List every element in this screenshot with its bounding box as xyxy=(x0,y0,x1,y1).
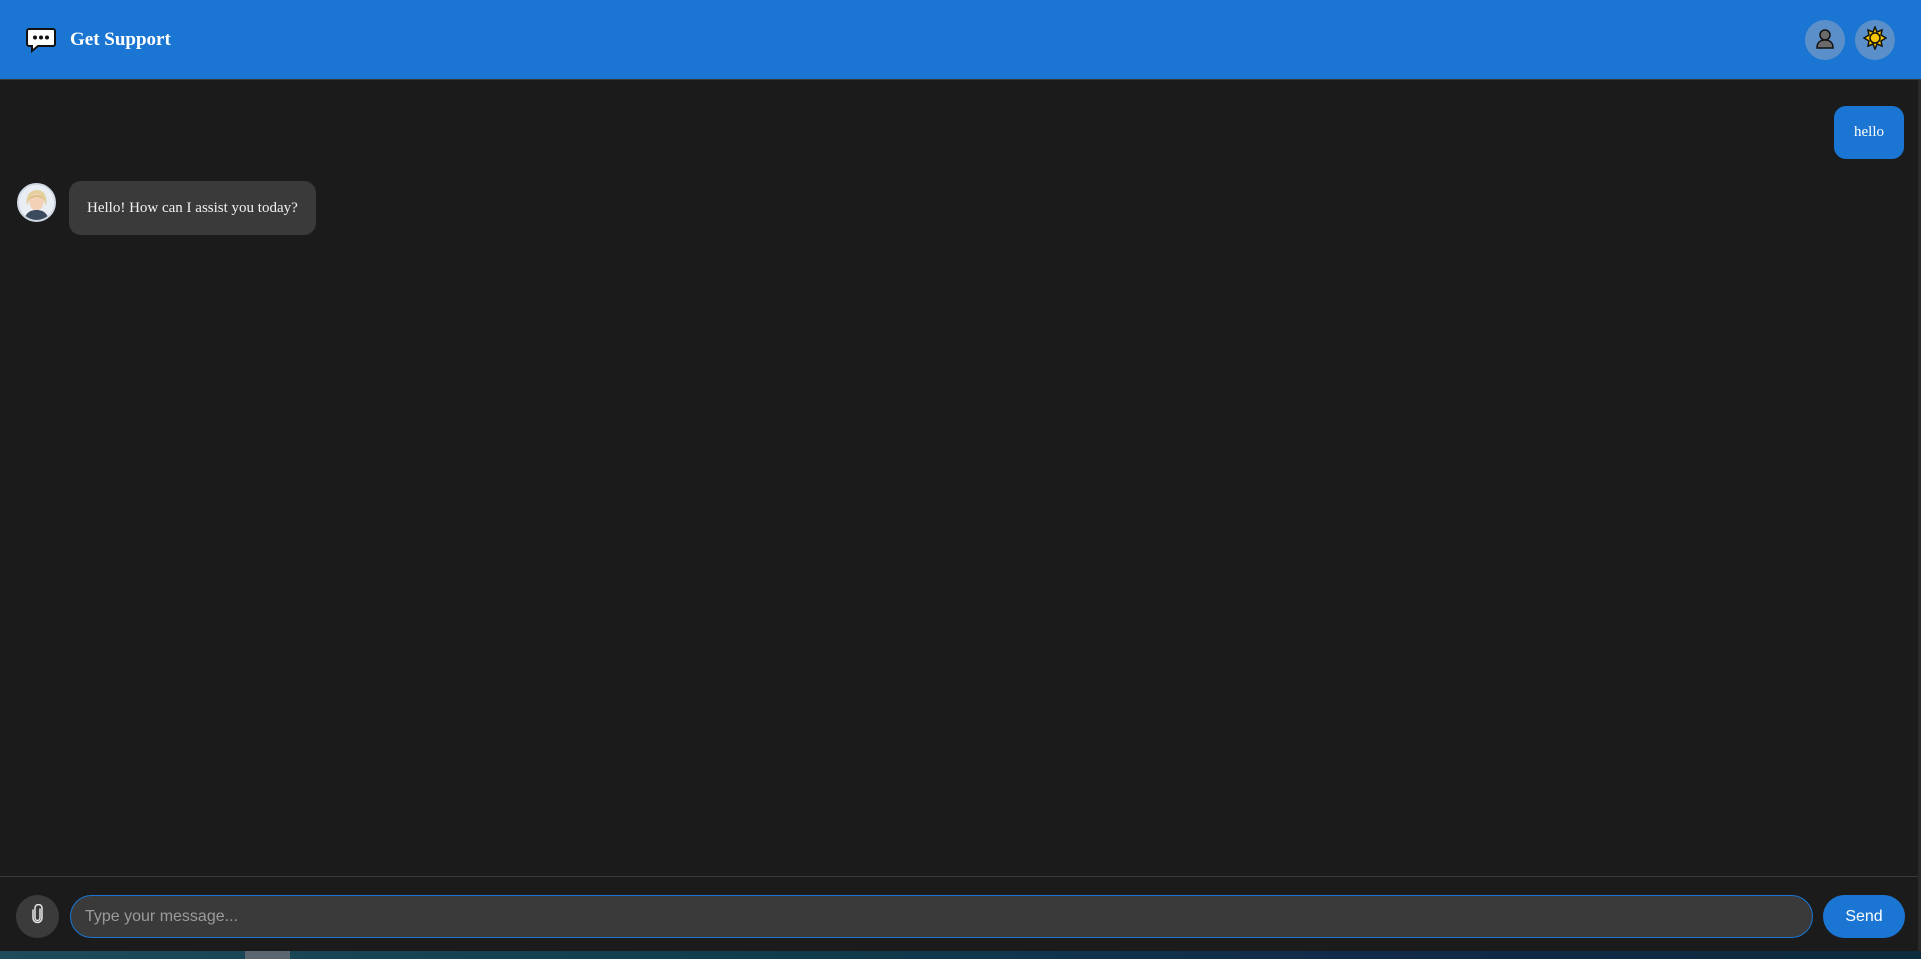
sun-icon xyxy=(1862,24,1888,55)
page-title: Get Support xyxy=(70,28,171,50)
chat-bubble-icon xyxy=(26,27,56,53)
message-list: hello Hello! How can I assist you today? xyxy=(0,81,1921,876)
support-agent-avatar xyxy=(17,183,56,222)
profile-button[interactable] xyxy=(1805,20,1845,60)
user-icon xyxy=(1814,27,1836,54)
theme-toggle-button[interactable] xyxy=(1855,20,1895,60)
agent-message-bubble: Hello! How can I assist you today? xyxy=(69,181,316,235)
app-header: Get Support xyxy=(0,0,1921,80)
support-chat-app: Get Support hello Hello! How can I assis… xyxy=(0,0,1921,959)
paperclip-icon xyxy=(31,903,45,929)
header-brand: Get Support xyxy=(26,27,171,53)
send-button[interactable]: Send xyxy=(1823,895,1905,938)
message-composer: Send xyxy=(0,876,1921,951)
header-actions xyxy=(1805,20,1895,60)
message-input[interactable] xyxy=(70,895,1813,938)
user-message-bubble: hello xyxy=(1834,106,1904,159)
agent-message-row: Hello! How can I assist you today? xyxy=(17,181,316,235)
taskbar-thumb xyxy=(245,951,290,959)
attach-button[interactable] xyxy=(16,895,59,938)
